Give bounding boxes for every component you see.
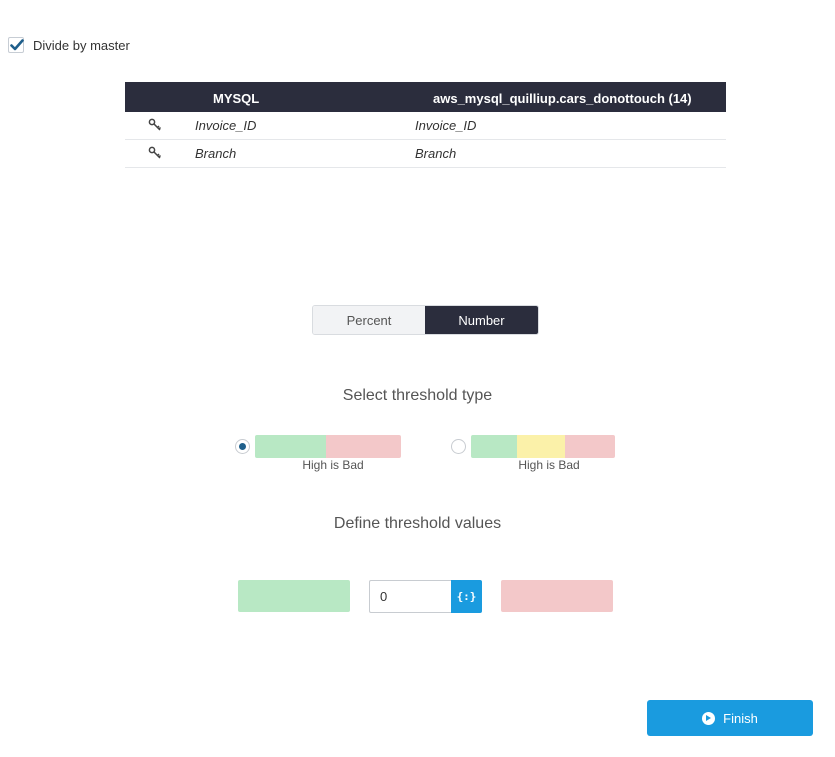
- header-source: MYSQL: [213, 91, 260, 106]
- mode-toggle: Percent Number: [312, 305, 539, 335]
- bar-segment-red: [565, 435, 615, 458]
- radio-two-level[interactable]: [235, 439, 250, 454]
- radio-three-level[interactable]: [451, 439, 466, 454]
- threshold-option-two-level[interactable]: High is Bad: [235, 435, 405, 475]
- bar-segment-green: [471, 435, 517, 458]
- bar-segment-red: [326, 435, 401, 458]
- checkbox-box[interactable]: [8, 37, 24, 53]
- divide-by-master-label: Divide by master: [33, 37, 130, 53]
- target-column: Branch: [415, 146, 457, 161]
- arrow-circle-right-icon: [702, 711, 716, 725]
- threshold-range-green: [238, 580, 350, 612]
- variable-button[interactable]: {:}: [451, 580, 482, 613]
- column-mapping-table: MYSQL aws_mysql_quilliup.cars_donottouch…: [125, 82, 726, 168]
- divide-by-master-checkbox[interactable]: Divide by master: [8, 37, 130, 53]
- threshold-option-three-level[interactable]: High is Bad: [451, 435, 621, 475]
- threshold-caption: High is Bad: [518, 458, 580, 472]
- threshold-type-title: Select threshold type: [342, 387, 493, 404]
- check-icon: [10, 39, 24, 51]
- threshold-caption: High is Bad: [302, 458, 364, 472]
- table-row: Invoice_ID Invoice_ID: [125, 112, 726, 140]
- key-icon: [148, 146, 162, 159]
- target-column: Invoice_ID: [415, 118, 477, 133]
- source-column: Invoice_ID: [195, 118, 257, 133]
- toggle-percent[interactable]: Percent: [313, 306, 425, 334]
- threshold-value-input[interactable]: [369, 580, 451, 613]
- threshold-values-title: Define threshold values: [333, 515, 502, 532]
- key-icon: [148, 118, 162, 131]
- table-row: Branch Branch: [125, 140, 726, 168]
- threshold-bar-three-level: [471, 435, 615, 458]
- finish-label: Finish: [723, 710, 758, 726]
- threshold-range-red: [501, 580, 613, 612]
- bar-segment-green: [255, 435, 326, 458]
- table-header: MYSQL aws_mysql_quilliup.cars_donottouch…: [125, 82, 726, 112]
- bar-segment-yellow: [517, 435, 565, 458]
- toggle-number[interactable]: Number: [425, 306, 538, 334]
- source-column: Branch: [195, 146, 237, 161]
- threshold-bar-two-level: [255, 435, 401, 458]
- header-target: aws_mysql_quilliup.cars_donottouch (14): [433, 91, 692, 106]
- finish-button[interactable]: Finish: [647, 700, 813, 736]
